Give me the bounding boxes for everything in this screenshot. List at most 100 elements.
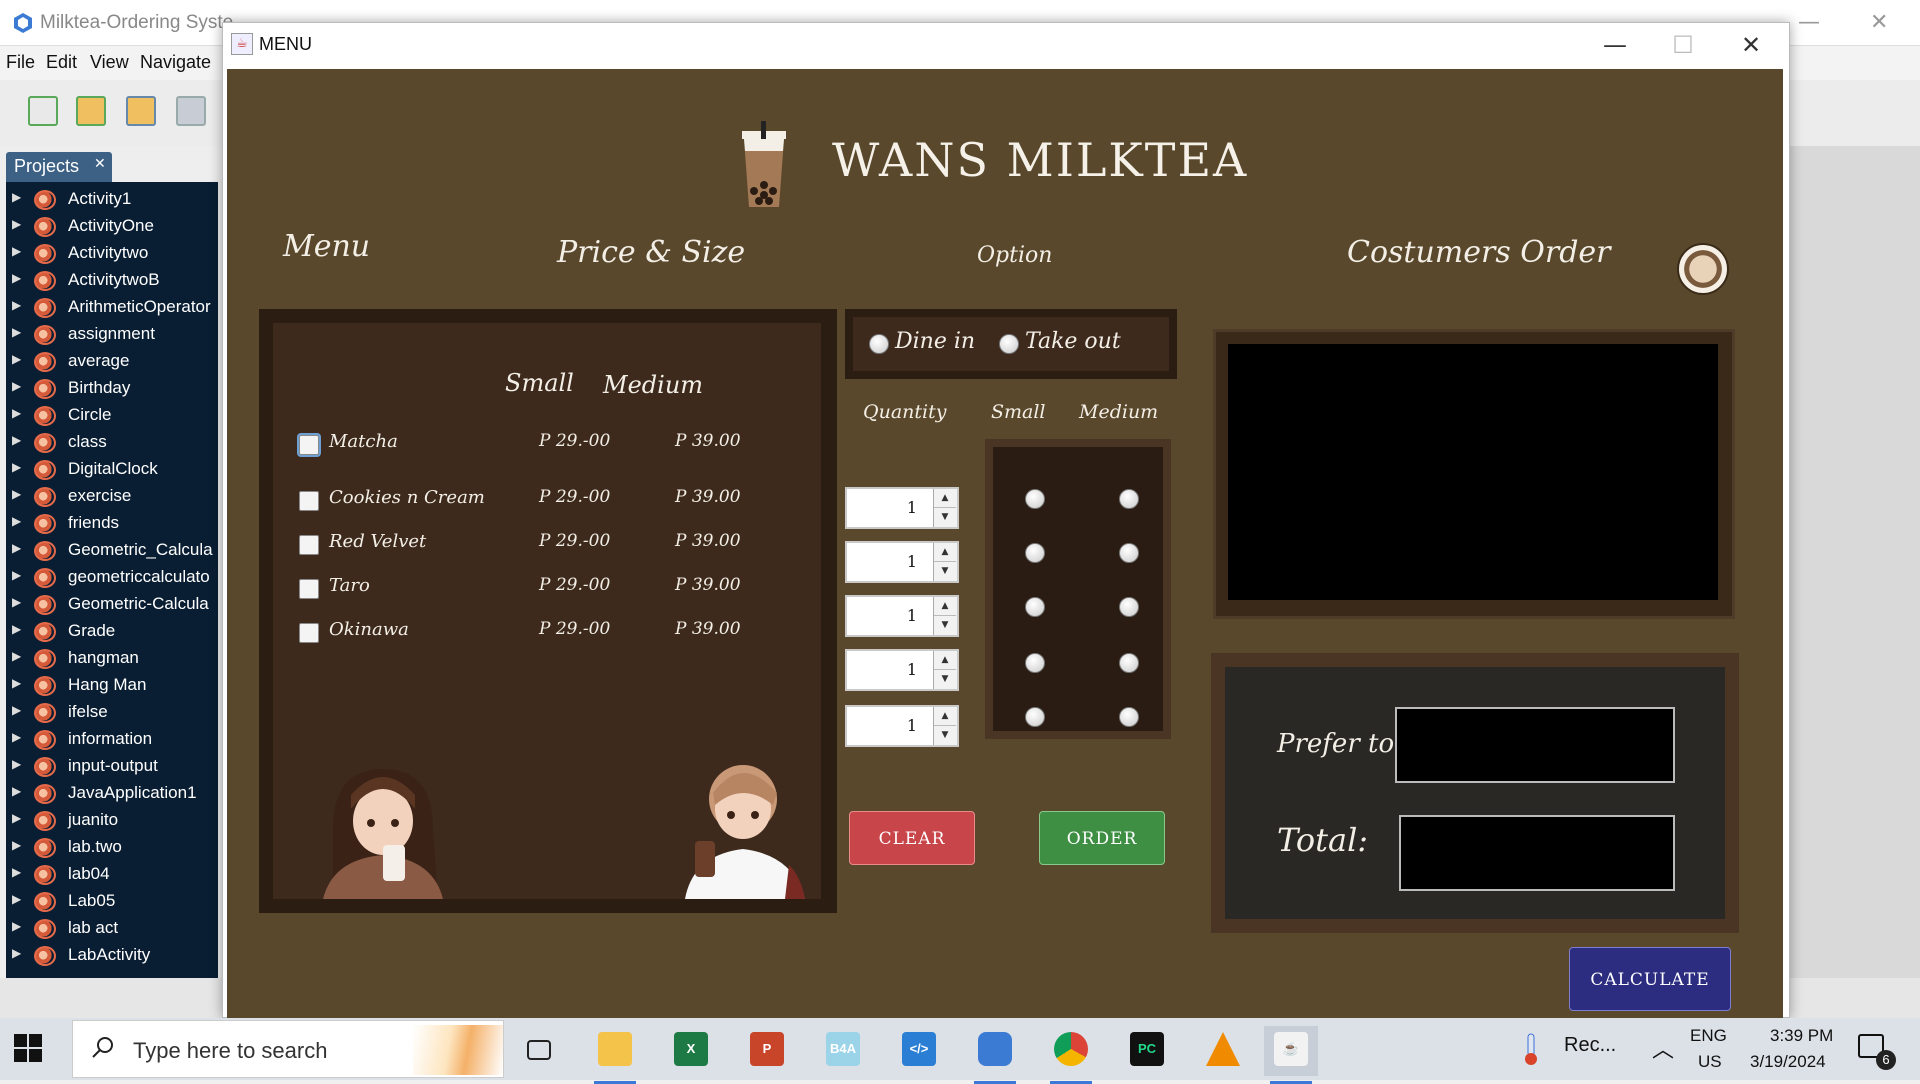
project-tree-item[interactable]: ▶ Activity1	[6, 188, 218, 215]
expand-arrow-icon[interactable]: ▶	[12, 352, 21, 366]
expand-arrow-icon[interactable]: ▶	[12, 757, 21, 771]
quantity-stepper[interactable]: 1 ▲ ▼	[845, 541, 959, 583]
expand-arrow-icon[interactable]: ▶	[12, 460, 21, 474]
ide-menu-edit[interactable]: Edit	[46, 52, 77, 73]
stepper-down-icon[interactable]: ▼	[934, 726, 956, 745]
clear-button[interactable]: CLEAR	[849, 811, 975, 865]
project-tree-item[interactable]: ▶ Activitytwo	[6, 242, 218, 269]
okinawa-medium-radio[interactable]	[1119, 707, 1139, 727]
project-tree-item[interactable]: ▶ information	[6, 728, 218, 755]
taskbar-search[interactable]: Type here to search	[72, 1020, 504, 1078]
project-tree-item[interactable]: ▶ Lab05	[6, 890, 218, 917]
expand-arrow-icon[interactable]: ▶	[12, 271, 21, 285]
maximize-button[interactable]: ☐	[1653, 27, 1713, 63]
weather-status[interactable]: Rec...	[1564, 1034, 1616, 1057]
total-field[interactable]	[1399, 815, 1675, 891]
excel-icon[interactable]: X	[664, 1026, 718, 1076]
project-tree-item[interactable]: ▶ ArithmeticOperator	[6, 296, 218, 323]
project-tree-item[interactable]: ▶ Birthday	[6, 377, 218, 404]
take-out-radio[interactable]	[999, 334, 1019, 354]
expand-arrow-icon[interactable]: ▶	[12, 514, 21, 528]
expand-arrow-icon[interactable]: ▶	[12, 217, 21, 231]
stepper-up-icon[interactable]: ▲	[934, 651, 956, 670]
expand-arrow-icon[interactable]: ▶	[12, 649, 21, 663]
project-tree-item[interactable]: ▶ geometriccalculato	[6, 566, 218, 593]
quantity-stepper[interactable]: 1 ▲ ▼	[845, 595, 959, 637]
language-indicator[interactable]: ENG	[1690, 1026, 1727, 1046]
expand-arrow-icon[interactable]: ▶	[12, 406, 21, 420]
expand-arrow-icon[interactable]: ▶	[12, 595, 21, 609]
stepper-down-icon[interactable]: ▼	[934, 616, 956, 635]
task-view-icon[interactable]	[512, 1026, 566, 1076]
stepper-up-icon[interactable]: ▲	[934, 597, 956, 616]
minimize-button[interactable]: —	[1585, 27, 1645, 63]
redvelvet-medium-radio[interactable]	[1119, 597, 1139, 617]
close-button[interactable]: ✕	[1721, 27, 1781, 63]
project-tree-item[interactable]: ▶ average	[6, 350, 218, 377]
expand-arrow-icon[interactable]: ▶	[12, 190, 21, 204]
project-tree-item[interactable]: ▶ ActivitytwoB	[6, 269, 218, 296]
taro-medium-radio[interactable]	[1119, 653, 1139, 673]
powerpoint-icon[interactable]: P	[740, 1026, 794, 1076]
redvelvet-small-radio[interactable]	[1025, 597, 1045, 617]
expand-arrow-icon[interactable]: ▶	[12, 325, 21, 339]
stepper-down-icon[interactable]: ▼	[934, 562, 956, 581]
expand-arrow-icon[interactable]: ▶	[12, 433, 21, 447]
red-velvet-checkbox[interactable]	[299, 535, 319, 555]
project-tree-item[interactable]: ▶ DigitalClock	[6, 458, 218, 485]
expand-arrow-icon[interactable]: ▶	[12, 379, 21, 393]
expand-arrow-icon[interactable]: ▶	[12, 487, 21, 501]
windows-start-icon[interactable]	[14, 1034, 44, 1064]
expand-arrow-icon[interactable]: ▶	[12, 865, 21, 879]
quantity-stepper[interactable]: 1 ▲ ▼	[845, 649, 959, 691]
prefer-field[interactable]	[1395, 707, 1675, 783]
close-project-icon[interactable]	[176, 96, 206, 126]
netbeans-taskbar-icon[interactable]	[968, 1026, 1022, 1084]
vscode-icon[interactable]: </>	[892, 1026, 946, 1076]
ide-menu-navigate[interactable]: Navigate	[140, 52, 211, 73]
project-tree-item[interactable]: ▶ Circle	[6, 404, 218, 431]
project-tree-item[interactable]: ▶ juanito	[6, 809, 218, 836]
matcha-checkbox[interactable]	[299, 435, 319, 455]
project-tree-item[interactable]: ▶ ifelse	[6, 701, 218, 728]
clock-time[interactable]: 3:39 PM	[1770, 1026, 1833, 1046]
taro-checkbox[interactable]	[299, 579, 319, 599]
okinawa-checkbox[interactable]	[299, 623, 319, 643]
expand-arrow-icon[interactable]: ▶	[12, 811, 21, 825]
ide-close-icon[interactable]: ✕	[1870, 10, 1888, 35]
project-tree-item[interactable]: ▶ LabActivity	[6, 944, 218, 971]
expand-arrow-icon[interactable]: ▶	[12, 784, 21, 798]
pycharm-icon[interactable]: PC	[1120, 1026, 1174, 1076]
chrome-icon[interactable]	[1044, 1026, 1098, 1084]
quantity-stepper[interactable]: 1 ▲ ▼	[845, 487, 959, 529]
chevron-up-icon[interactable]: ︿	[1652, 1032, 1674, 1064]
ide-menu-file[interactable]: File	[6, 52, 35, 73]
calculate-button[interactable]: CALCULATE	[1569, 947, 1731, 1011]
expand-arrow-icon[interactable]: ▶	[12, 703, 21, 717]
vlc-icon[interactable]	[1196, 1026, 1250, 1076]
b4a-icon[interactable]: B4A	[816, 1026, 870, 1076]
project-tree-item[interactable]: ▶ lab04	[6, 863, 218, 890]
cookies-small-radio[interactable]	[1025, 543, 1045, 563]
expand-arrow-icon[interactable]: ▶	[12, 676, 21, 690]
new-project-icon[interactable]	[76, 96, 106, 126]
expand-arrow-icon[interactable]: ▶	[12, 298, 21, 312]
project-tree-item[interactable]: ▶ lab act	[6, 917, 218, 944]
project-tree-item[interactable]: ▶ class	[6, 431, 218, 458]
project-tree-item[interactable]: ▶ Grade	[6, 620, 218, 647]
new-file-icon[interactable]	[28, 96, 58, 126]
expand-arrow-icon[interactable]: ▶	[12, 892, 21, 906]
project-tree-item[interactable]: ▶ Geometric_Calcula	[6, 539, 218, 566]
expand-arrow-icon[interactable]: ▶	[12, 919, 21, 933]
expand-arrow-icon[interactable]: ▶	[12, 946, 21, 960]
taro-small-radio[interactable]	[1025, 653, 1045, 673]
stepper-up-icon[interactable]: ▲	[934, 489, 956, 508]
stepper-down-icon[interactable]: ▼	[934, 670, 956, 689]
project-tree-item[interactable]: ▶ JavaApplication1	[6, 782, 218, 809]
expand-arrow-icon[interactable]: ▶	[12, 838, 21, 852]
orders-textarea[interactable]	[1228, 344, 1718, 600]
matcha-small-radio[interactable]	[1025, 489, 1045, 509]
project-tree-item[interactable]: ▶ exercise	[6, 485, 218, 512]
expand-arrow-icon[interactable]: ▶	[12, 622, 21, 636]
cookies-medium-radio[interactable]	[1119, 543, 1139, 563]
